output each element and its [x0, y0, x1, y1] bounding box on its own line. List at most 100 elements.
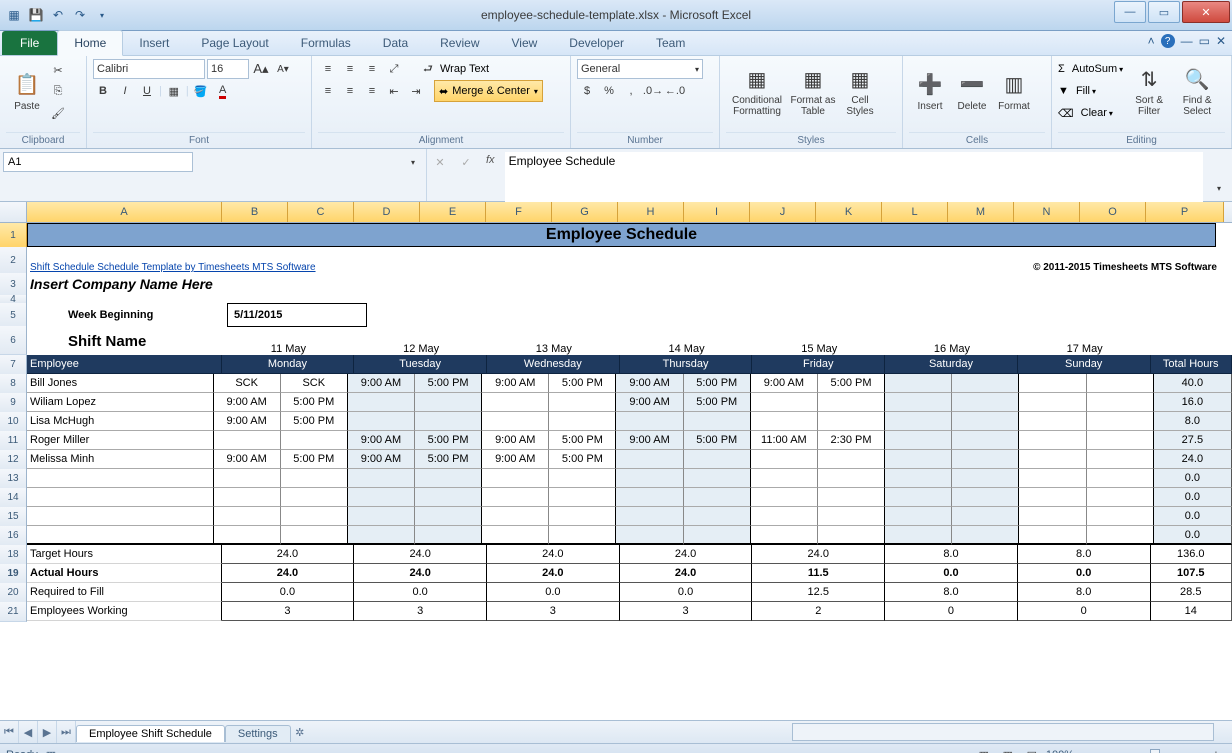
find-select-button[interactable]: 🔍Find & Select	[1175, 58, 1219, 124]
conditional-formatting-button[interactable]: ▦Conditional Formatting	[726, 58, 788, 124]
total-hours-cell[interactable]: 0.0	[1154, 526, 1232, 545]
summary-value-cell[interactable]: 0.0	[487, 583, 620, 602]
total-hours-cell[interactable]: 40.0	[1154, 374, 1232, 393]
insert-cells-button[interactable]: ➕Insert	[909, 58, 951, 124]
file-tab[interactable]: File	[2, 31, 57, 55]
schedule-cell[interactable]: 11:00 AM	[751, 431, 818, 450]
schedule-cell[interactable]	[1087, 526, 1154, 545]
schedule-cell[interactable]	[1087, 507, 1154, 526]
schedule-cell[interactable]	[1087, 488, 1154, 507]
summary-value-cell[interactable]: 2	[752, 602, 885, 621]
format-cells-button[interactable]: ▥Format	[993, 58, 1035, 124]
summary-value-cell[interactable]: 11.5	[752, 564, 885, 583]
schedule-cell[interactable]	[415, 469, 482, 488]
schedule-cell[interactable]: 5:00 PM	[281, 412, 348, 431]
italic-button[interactable]: I	[115, 81, 135, 101]
date-header-cell[interactable]: 12 May	[355, 327, 488, 355]
schedule-cell[interactable]	[885, 412, 952, 431]
workbook-minimize-icon[interactable]: —	[1181, 34, 1193, 48]
minimize-button[interactable]: —	[1114, 1, 1146, 23]
column-header[interactable]: A	[27, 202, 222, 222]
date-header-cell[interactable]: 16 May	[886, 327, 1019, 355]
schedule-cell[interactable]	[818, 469, 885, 488]
schedule-cell[interactable]: 5:00 PM	[684, 374, 751, 393]
date-header-cell[interactable]: 15 May	[753, 327, 886, 355]
summary-value-cell[interactable]: 0.0	[222, 583, 355, 602]
summary-label-cell[interactable]: Employees Working	[27, 602, 222, 621]
schedule-cell[interactable]	[885, 469, 952, 488]
sheet-nav-prev-icon[interactable]: ◀	[19, 721, 38, 743]
sheet-nav-first-icon[interactable]: ⏮	[0, 721, 19, 743]
schedule-cell[interactable]	[1019, 526, 1086, 545]
schedule-cell[interactable]	[818, 450, 885, 469]
schedule-cell[interactable]	[1087, 393, 1154, 412]
format-painter-icon[interactable]: 🖌	[48, 103, 68, 123]
maximize-button[interactable]: ▭	[1148, 1, 1180, 23]
schedule-cell[interactable]	[482, 507, 549, 526]
view-layout-icon[interactable]: ▥	[998, 745, 1018, 753]
summary-value-cell[interactable]: 24.0	[354, 545, 487, 564]
row-header[interactable]: 20	[0, 583, 27, 603]
schedule-cell[interactable]: 9:00 AM	[214, 450, 281, 469]
column-header[interactable]: E	[420, 202, 486, 222]
summary-value-cell[interactable]: 8.0	[1018, 545, 1151, 564]
workbook-restore-icon[interactable]: ▭	[1199, 34, 1210, 48]
merge-center-button[interactable]: ⬌ Merge & Center ▾	[434, 80, 543, 102]
schedule-cell[interactable]	[415, 507, 482, 526]
format-as-table-button[interactable]: ▦Format as Table	[788, 58, 838, 124]
cancel-formula-icon[interactable]: ✕	[430, 152, 450, 172]
summary-value-cell[interactable]: 8.0	[885, 583, 1018, 602]
schedule-cell[interactable]: 9:00 AM	[482, 450, 549, 469]
employee-name-cell[interactable]	[27, 469, 214, 488]
employee-name-cell[interactable]	[27, 488, 214, 507]
summary-label-cell[interactable]: Actual Hours	[27, 564, 222, 583]
schedule-cell[interactable]	[1019, 488, 1086, 507]
align-left-icon[interactable]: ≡	[318, 81, 338, 101]
schedule-cell[interactable]	[415, 526, 482, 545]
ribbon-tab-page-layout[interactable]: Page Layout	[185, 31, 284, 55]
schedule-cell[interactable]	[952, 412, 1019, 431]
summary-value-cell[interactable]: 0.0	[1018, 564, 1151, 583]
formula-input[interactable]: Employee Schedule	[505, 152, 1203, 202]
ribbon-tab-review[interactable]: Review	[424, 31, 495, 55]
schedule-cell[interactable]: 9:00 AM	[482, 431, 549, 450]
summary-value-cell[interactable]: 12.5	[752, 583, 885, 602]
row-header[interactable]: 14	[0, 488, 27, 508]
grow-font-icon[interactable]: A▴	[251, 59, 271, 79]
schedule-cell[interactable]	[482, 526, 549, 545]
schedule-cell[interactable]	[684, 412, 751, 431]
summary-value-cell[interactable]: 0	[1018, 602, 1151, 621]
row-header[interactable]: 10	[0, 412, 27, 432]
schedule-cell[interactable]	[214, 431, 281, 450]
delete-cells-button[interactable]: ➖Delete	[951, 58, 993, 124]
row-header[interactable]: 15	[0, 507, 27, 527]
schedule-cell[interactable]	[348, 412, 415, 431]
schedule-cell[interactable]	[885, 526, 952, 545]
schedule-cell[interactable]: 5:00 PM	[549, 431, 616, 450]
cut-icon[interactable]: ✂	[48, 61, 68, 81]
schedule-cell[interactable]: 9:00 AM	[616, 393, 683, 412]
orientation-icon[interactable]: ⤢	[384, 59, 404, 79]
row-header[interactable]: 18	[0, 545, 27, 565]
copy-icon[interactable]: ⎘	[48, 82, 68, 102]
help-icon[interactable]: ?	[1161, 34, 1175, 48]
schedule-cell[interactable]	[348, 526, 415, 545]
spacer[interactable]	[367, 303, 1230, 327]
summary-value-cell[interactable]: 0.0	[354, 583, 487, 602]
row-header[interactable]: 21	[0, 602, 27, 622]
summary-value-cell[interactable]: 24.0	[222, 545, 355, 564]
schedule-cell[interactable]	[885, 393, 952, 412]
schedule-cell[interactable]: 5:00 PM	[281, 393, 348, 412]
sheet-tab-settings[interactable]: Settings	[225, 725, 291, 742]
total-hours-cell[interactable]: 24.0	[1154, 450, 1232, 469]
paste-button[interactable]: 📋 Paste	[6, 58, 48, 124]
align-bottom-icon[interactable]: ≡	[362, 59, 382, 79]
number-format-select[interactable]: General▾	[577, 59, 703, 79]
shrink-font-icon[interactable]: A▾	[273, 59, 293, 79]
schedule-cell[interactable]	[885, 507, 952, 526]
ribbon-tab-insert[interactable]: Insert	[123, 31, 185, 55]
ribbon-tab-home[interactable]: Home	[57, 30, 123, 56]
schedule-cell[interactable]	[1019, 431, 1086, 450]
increase-indent-icon[interactable]: ⇥	[406, 81, 426, 101]
sheet-nav-next-icon[interactable]: ▶	[38, 721, 57, 743]
